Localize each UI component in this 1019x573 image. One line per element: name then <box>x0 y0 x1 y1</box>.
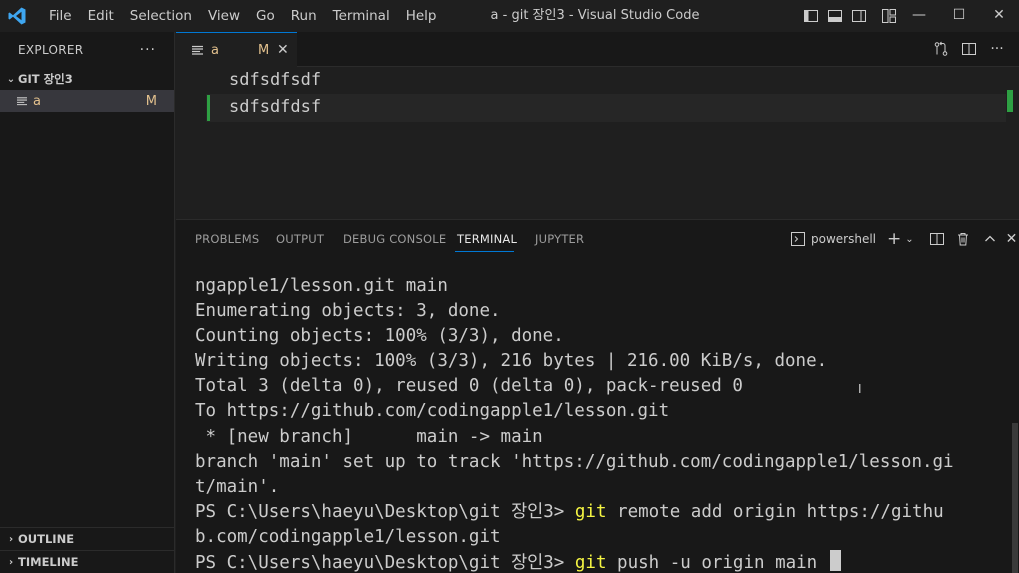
terminal-input-line: PS C:\Users\haeyu\Desktop\git 장인3> git p… <box>195 550 1005 573</box>
menu-selection[interactable]: Selection <box>122 0 200 32</box>
file-text-icon <box>192 45 203 55</box>
chevron-down-icon[interactable]: ⌄ <box>905 234 913 245</box>
explorer-sidebar: EXPLORER ··· ⌄ GIT 장인3 a M › OUTLINE › T… <box>0 32 175 573</box>
timeline-label: TIMELINE <box>18 555 79 569</box>
editor-actions: ··· <box>931 39 1007 59</box>
folder-label: GIT 장인3 <box>18 72 73 86</box>
terminal-line: Enumerating objects: 3, done. <box>195 301 501 322</box>
terminal-line: branch 'main' set up to track 'https://g… <box>195 451 954 472</box>
outline-label: OUTLINE <box>18 532 75 546</box>
tab-output[interactable]: OUTPUT <box>276 232 324 246</box>
terminal-line: Total 3 (delta 0), reused 0 (delta 0), p… <box>195 376 743 397</box>
modified-badge: M <box>258 42 270 58</box>
vscode-logo-icon <box>8 7 26 25</box>
more-actions-icon[interactable]: ··· <box>987 39 1007 59</box>
close-window-button[interactable]: ✕ <box>979 0 1019 30</box>
terminal-shell-selector[interactable]: powershell <box>790 231 876 247</box>
code-line-1: sdfsdfsdf <box>229 70 322 90</box>
chevron-right-icon: › <box>8 533 14 545</box>
open-changes-icon[interactable] <box>931 39 951 59</box>
tab-a[interactable]: a M ✕ <box>176 32 297 67</box>
menu-bar: File Edit Selection View Go Run Terminal… <box>41 0 444 32</box>
window-controls: — ☐ ✕ <box>899 0 1019 30</box>
workspace-folder[interactable]: ⌄ GIT 장인3 <box>0 68 174 90</box>
split-editor-icon[interactable] <box>959 39 979 59</box>
active-tab-indicator <box>455 251 514 252</box>
menu-run[interactable]: Run <box>283 0 325 32</box>
menu-help[interactable]: Help <box>398 0 445 32</box>
terminal-output[interactable]: ngapple1/lesson.git main Enumerating obje… <box>195 274 1005 573</box>
explorer-header: EXPLORER ··· <box>0 32 174 67</box>
timeline-section[interactable]: › TIMELINE <box>0 550 175 573</box>
command-args: remote add origin https://githu <box>606 501 944 522</box>
terminal-line: * [new branch] main -> main <box>195 426 543 447</box>
menu-terminal[interactable]: Terminal <box>325 0 398 32</box>
code-editor[interactable]: sdfsdfsdf sdfsdfdsf <box>176 68 1019 219</box>
modified-badge: M <box>145 93 157 109</box>
file-text-icon <box>17 97 27 106</box>
maximize-button[interactable]: ☐ <box>939 0 979 30</box>
title-bar: File Edit Selection View Go Run Terminal… <box>0 0 1019 32</box>
more-actions-icon[interactable]: ··· <box>140 42 156 58</box>
file-name: a <box>33 93 41 109</box>
chevron-right-icon: › <box>8 556 14 568</box>
tab-jupyter[interactable]: JUPYTER <box>535 232 584 246</box>
scrollbar-change-mark <box>1007 90 1013 112</box>
split-terminal-icon[interactable] <box>929 231 945 247</box>
shell-name: powershell <box>811 232 876 246</box>
outline-section[interactable]: › OUTLINE <box>0 527 175 550</box>
prompt: PS C:\Users\haeyu\Desktop\git 장인3> <box>195 553 575 573</box>
close-panel-icon[interactable]: ✕ <box>1006 231 1018 247</box>
menu-view[interactable]: View <box>200 0 248 32</box>
terminal-icon <box>791 232 805 246</box>
current-line-highlight <box>206 94 1006 122</box>
terminal-cursor <box>829 550 841 572</box>
tab-label: a <box>211 42 219 58</box>
terminal-scrollbar[interactable] <box>1012 423 1018 573</box>
close-tab-icon[interactable]: ✕ <box>277 42 289 58</box>
editor-tab-bar: a M ✕ ··· <box>176 32 1019 67</box>
trash-icon[interactable] <box>955 231 971 247</box>
new-terminal-icon[interactable]: + <box>887 229 901 249</box>
bottom-panel: PROBLEMS OUTPUT DEBUG CONSOLE TERMINAL J… <box>176 219 1019 573</box>
text-cursor-icon: I <box>858 382 862 396</box>
customize-layout-icon[interactable] <box>879 6 899 26</box>
terminal-actions: powershell + ⌄ ✕ <box>790 229 1017 249</box>
terminal-line: To https://github.com/codingapple1/lesso… <box>195 401 670 422</box>
file-item-a[interactable]: a M <box>0 90 174 112</box>
terminal-line: Writing objects: 100% (3/3), 216 bytes |… <box>195 351 828 372</box>
git-added-gutter-mark <box>207 95 210 121</box>
terminal-line: t/main'. <box>195 476 280 497</box>
prompt: PS C:\Users\haeyu\Desktop\git 장인3> <box>195 501 575 522</box>
minimize-button[interactable]: — <box>899 0 939 30</box>
tab-terminal[interactable]: TERMINAL <box>457 232 517 246</box>
terminal-line: ngapple1/lesson.git main <box>195 276 448 296</box>
tab-problems[interactable]: PROBLEMS <box>195 232 259 246</box>
layout-controls <box>801 6 899 26</box>
terminal-line: b.com/codingapple1/lesson.git <box>195 526 501 547</box>
explorer-title: EXPLORER <box>18 42 84 57</box>
tab-debug-console[interactable]: DEBUG CONSOLE <box>343 232 446 246</box>
menu-file[interactable]: File <box>41 0 80 32</box>
code-line-2: sdfsdfdsf <box>229 97 322 117</box>
chevron-down-icon: ⌄ <box>6 73 16 85</box>
toggle-primary-sidebar-icon[interactable] <box>801 6 821 26</box>
maximize-panel-icon[interactable] <box>983 232 997 246</box>
command-keyword: git <box>574 501 607 522</box>
terminal-line: Counting objects: 100% (3/3), done. <box>195 326 564 347</box>
toggle-secondary-sidebar-icon[interactable] <box>849 6 869 26</box>
command-keyword: git <box>574 553 607 573</box>
menu-edit[interactable]: Edit <box>80 0 122 32</box>
terminal-command-line: PS C:\Users\haeyu\Desktop\git 장인3> git r… <box>195 500 1005 525</box>
command-args: push -u origin main <box>606 553 828 573</box>
toggle-panel-icon[interactable] <box>825 6 845 26</box>
menu-go[interactable]: Go <box>248 0 283 32</box>
